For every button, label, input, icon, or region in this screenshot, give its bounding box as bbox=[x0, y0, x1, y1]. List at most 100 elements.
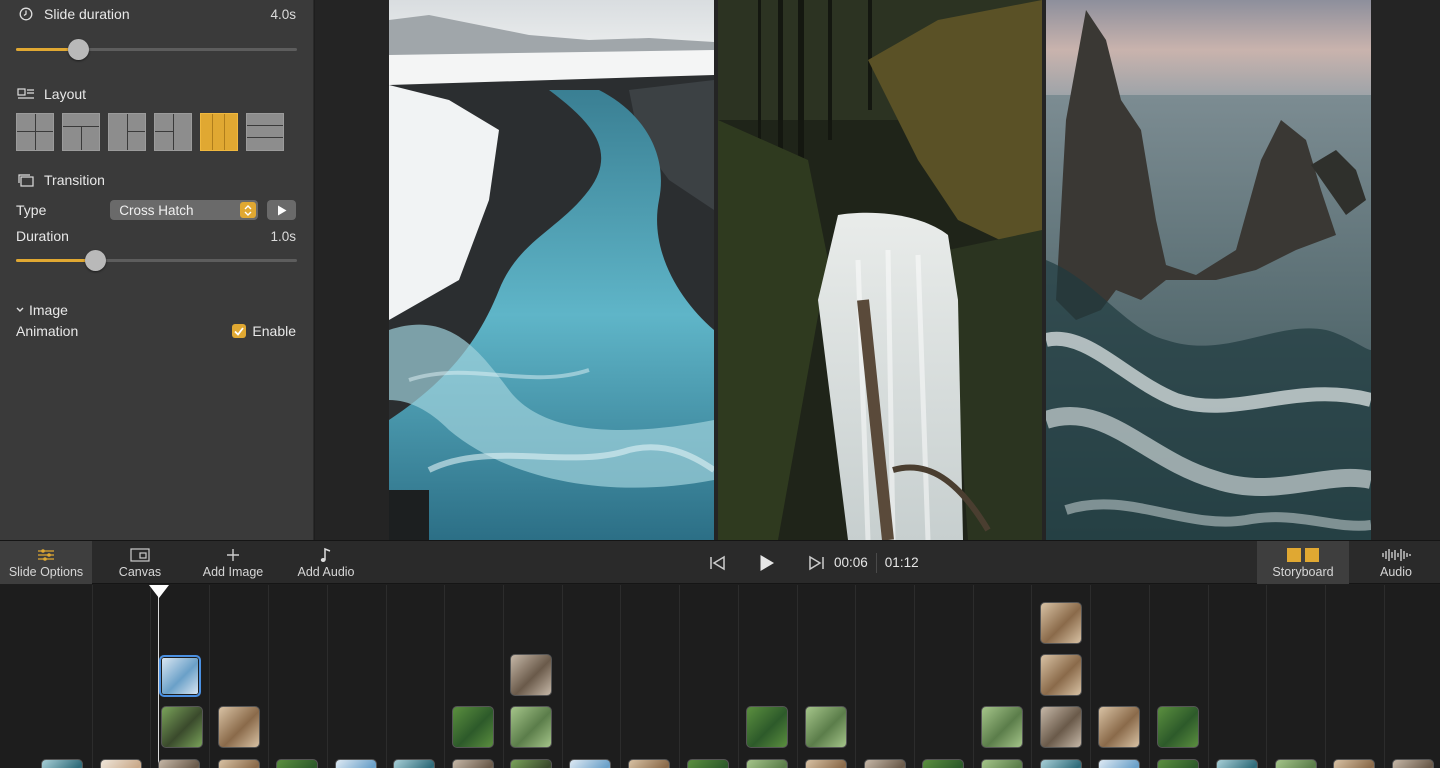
slide-thumbnail[interactable] bbox=[510, 759, 552, 768]
skip-back-button[interactable] bbox=[700, 548, 734, 578]
slide-thumbnail[interactable] bbox=[1040, 602, 1082, 644]
animation-enable-checkbox[interactable] bbox=[232, 324, 247, 338]
animation-enable-label: Enable bbox=[252, 323, 296, 339]
layout-option-grid-offset[interactable] bbox=[62, 113, 100, 151]
timeline-gridline bbox=[209, 585, 210, 768]
canvas-button[interactable]: Canvas bbox=[94, 541, 186, 584]
slide-thumbnail[interactable] bbox=[1098, 706, 1140, 748]
selected-slide-thumbnail[interactable] bbox=[159, 655, 201, 697]
slide-thumbnail[interactable] bbox=[335, 759, 377, 768]
slide-thumbnail[interactable] bbox=[161, 706, 203, 748]
transition-duration-slider[interactable] bbox=[16, 250, 297, 271]
layout-header: Layout bbox=[16, 86, 296, 102]
transition-icon bbox=[16, 173, 36, 187]
slide-thumbnail[interactable] bbox=[1157, 706, 1199, 748]
timeline-gridline bbox=[1266, 585, 1267, 768]
slide-thumbnail[interactable] bbox=[922, 759, 964, 768]
transition-type-label: Type bbox=[16, 202, 47, 218]
slider-knob[interactable] bbox=[67, 39, 89, 60]
slide-thumbnail[interactable] bbox=[687, 759, 729, 768]
slide-thumbnail[interactable] bbox=[628, 759, 670, 768]
slide-thumbnail[interactable] bbox=[218, 706, 260, 748]
play-button[interactable] bbox=[750, 548, 784, 578]
layout-option-split-left[interactable] bbox=[154, 113, 192, 151]
slide-thumbnail[interactable] bbox=[158, 759, 200, 768]
slide-thumbnail[interactable] bbox=[981, 759, 1023, 768]
transition-type-row: Type Cross Hatch bbox=[16, 200, 296, 220]
slide-thumbnail[interactable] bbox=[864, 759, 906, 768]
timeline-gridline bbox=[738, 585, 739, 768]
playhead-handle[interactable] bbox=[149, 585, 169, 598]
layout-picker bbox=[16, 113, 284, 151]
slide-thumbnail[interactable] bbox=[276, 759, 318, 768]
canvas-icon bbox=[130, 546, 150, 564]
slide-thumbnail[interactable] bbox=[981, 706, 1023, 748]
slide-thumbnail[interactable] bbox=[510, 706, 552, 748]
layout-option-grid[interactable] bbox=[16, 113, 54, 151]
audio-label: Audio bbox=[1380, 565, 1412, 579]
forest-waterfall-photo bbox=[718, 0, 1042, 540]
total-time: 01:12 bbox=[884, 555, 919, 570]
transition-duration-label: Duration bbox=[16, 228, 69, 244]
add-image-button[interactable]: Add Image bbox=[188, 541, 278, 584]
layout-option-rows[interactable] bbox=[246, 113, 284, 151]
slide-thumbnail[interactable] bbox=[393, 759, 435, 768]
transition-type-value: Cross Hatch bbox=[119, 202, 194, 218]
add-image-label: Add Image bbox=[202, 565, 264, 579]
storyboard-button[interactable]: Storyboard bbox=[1257, 541, 1349, 584]
slide-duration-slider[interactable] bbox=[16, 39, 297, 60]
slide-thumbnail[interactable] bbox=[1275, 759, 1317, 768]
transition-header: Transition bbox=[16, 172, 296, 188]
timeline-gridline bbox=[1149, 585, 1150, 768]
slide-thumbnail[interactable] bbox=[41, 759, 83, 768]
timeline-gridline bbox=[444, 585, 445, 768]
timeline-gridline bbox=[503, 585, 504, 768]
timeline-gridline bbox=[150, 585, 151, 768]
audio-button[interactable]: Audio bbox=[1352, 541, 1440, 584]
image-section-label: Image bbox=[29, 302, 68, 318]
slide-thumbnail[interactable] bbox=[452, 706, 494, 748]
slide-thumbnail[interactable] bbox=[746, 759, 788, 768]
slide-thumbnail[interactable] bbox=[1157, 759, 1199, 768]
layout-option-split[interactable] bbox=[108, 113, 146, 151]
slide-thumbnail[interactable] bbox=[1040, 759, 1082, 768]
layout-icon bbox=[16, 87, 36, 101]
layout-option-columns[interactable] bbox=[200, 113, 238, 151]
timeline-gridline bbox=[327, 585, 328, 768]
storyboard-timeline[interactable] bbox=[0, 585, 1440, 768]
slide-thumbnail[interactable] bbox=[510, 654, 552, 696]
slide-thumbnail[interactable] bbox=[1040, 706, 1082, 748]
slide-thumbnail[interactable] bbox=[1392, 759, 1434, 768]
slide-options-button[interactable]: Slide Options bbox=[0, 541, 92, 584]
timeline-gridline bbox=[386, 585, 387, 768]
timeline-gridline bbox=[1031, 585, 1032, 768]
plus-icon bbox=[226, 546, 240, 564]
slide-thumbnail[interactable] bbox=[452, 759, 494, 768]
image-section-header[interactable]: Image bbox=[16, 302, 296, 318]
layout-label: Layout bbox=[44, 86, 87, 102]
add-audio-button[interactable]: Add Audio bbox=[282, 541, 370, 584]
timeline-gridline bbox=[268, 585, 269, 768]
slide-thumbnail[interactable] bbox=[100, 759, 142, 768]
play-icon bbox=[277, 205, 287, 215]
transition-type-select[interactable]: Cross Hatch bbox=[110, 200, 259, 220]
slide-thumbnail[interactable] bbox=[805, 706, 847, 748]
slide-thumbnail[interactable] bbox=[569, 759, 611, 768]
slide-thumbnail[interactable] bbox=[1216, 759, 1258, 768]
timeline-gridline bbox=[797, 585, 798, 768]
slide-thumbnail[interactable] bbox=[805, 759, 847, 768]
slide-thumbnail[interactable] bbox=[218, 759, 260, 768]
storyboard-icon bbox=[1286, 546, 1320, 564]
preview-transition-button[interactable] bbox=[267, 200, 296, 220]
storyboard-label: Storyboard bbox=[1272, 565, 1334, 579]
slideshow-editor: Slide duration 4.0s Layout Transition Ty… bbox=[0, 0, 1440, 768]
slide-thumbnail[interactable] bbox=[1040, 654, 1082, 696]
slide-thumbnail[interactable] bbox=[746, 706, 788, 748]
slide-thumbnail[interactable] bbox=[1098, 759, 1140, 768]
waveform-icon bbox=[1381, 546, 1411, 564]
transition-duration-row: Duration 1.0s bbox=[16, 228, 296, 244]
slide-thumbnail[interactable] bbox=[1333, 759, 1375, 768]
slider-fill bbox=[16, 259, 95, 262]
skip-forward-button[interactable] bbox=[800, 548, 834, 578]
slider-knob[interactable] bbox=[84, 250, 106, 271]
